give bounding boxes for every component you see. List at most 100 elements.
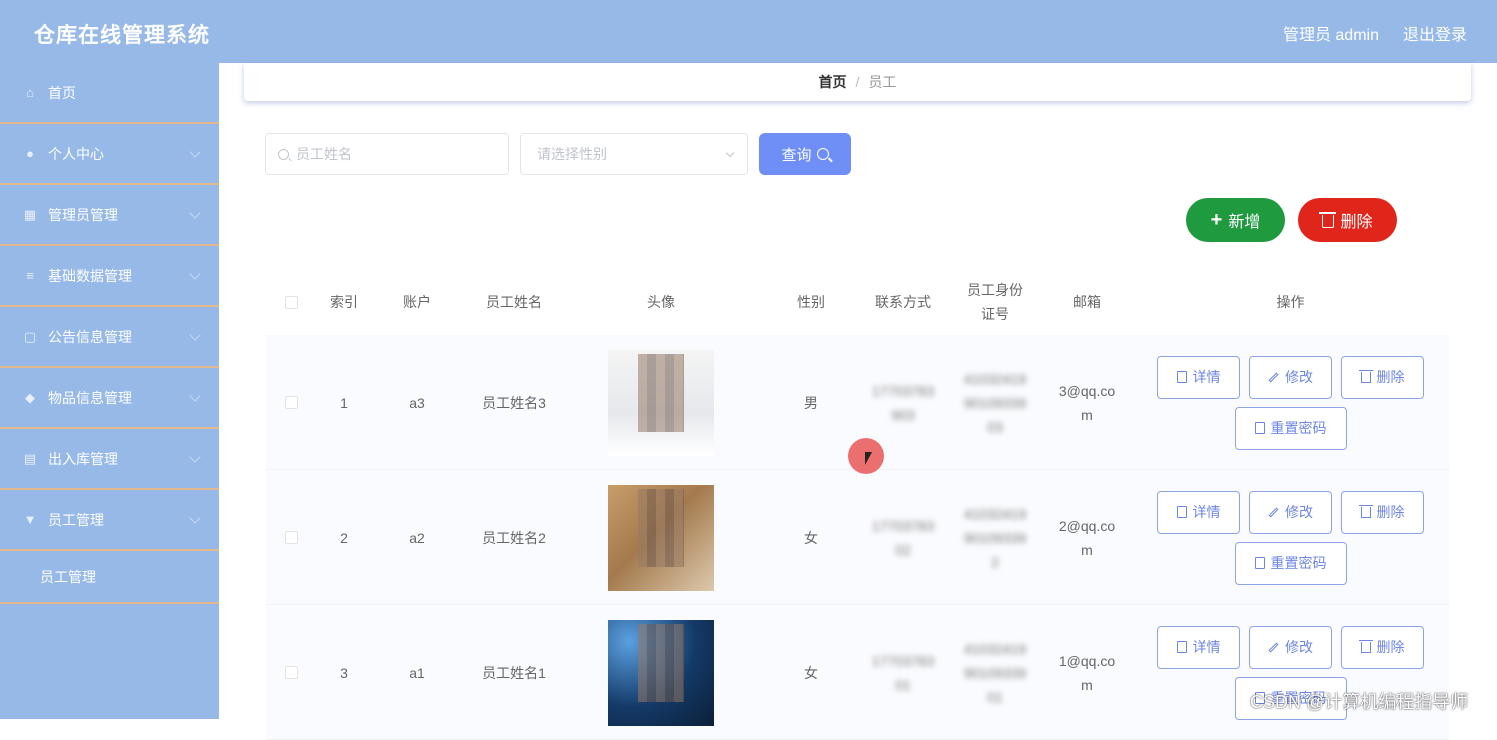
admin-icon: ▦ [23, 206, 37, 222]
delete-button[interactable]: 删除 [1341, 625, 1424, 669]
watermark: CSDN @计算机编程指导师 [1250, 692, 1469, 712]
list-icon: ≡ [26, 268, 34, 283]
breadcrumb-separator: / [855, 74, 860, 90]
reset-label: 重置密码 [1270, 420, 1327, 436]
reset-password-button[interactable]: 重置密码 [1234, 541, 1347, 585]
search-icon [278, 148, 289, 160]
cell-email: 2@qq.co m [1050, 470, 1124, 605]
email-line: m [1081, 406, 1093, 423]
sidebar-item-label: 员工管理 [48, 511, 104, 528]
id-line: 01 [987, 688, 1003, 705]
chevron-down-icon [189, 329, 201, 341]
cell-id-number: 41032419 90109339 2 [940, 470, 1050, 605]
chevron-down-icon [189, 390, 201, 402]
header-actions: 操作 [1276, 294, 1305, 310]
delete-button[interactable]: 删除 [1341, 490, 1424, 534]
query-button-label: 查询 [781, 146, 812, 164]
sidebar-item-label: 个人中心 [48, 145, 104, 162]
delete-button-label: 删除 [1340, 214, 1373, 231]
employee-name-search-input[interactable]: 员工姓名 [265, 133, 509, 175]
cell-index: 3 [340, 664, 348, 681]
cell-gender: 女 [804, 529, 818, 546]
detail-button[interactable]: 详情 [1157, 490, 1240, 534]
notice-icon: ▢ [23, 328, 37, 344]
document-icon [1176, 641, 1187, 653]
sidebar-item-label: 首页 [48, 84, 76, 101]
user-label[interactable]: 管理员 admin [1283, 21, 1379, 45]
phone-line: 02 [895, 541, 911, 558]
row-checkbox[interactable] [284, 666, 298, 679]
header-avatar: 头像 [647, 294, 675, 310]
header-email: 邮箱 [1073, 294, 1101, 310]
id-line: 41032419 [963, 505, 1027, 522]
sidebar-item-notice[interactable]: ▢ 公告信息管理 [0, 307, 219, 368]
query-button[interactable]: 查询 [759, 133, 851, 175]
cell-account: a3 [409, 394, 425, 411]
sidebar-item-profile[interactable]: ● 个人中心 [0, 124, 219, 185]
sidebar-item-employee[interactable]: ▼ 员工管理 [0, 490, 219, 551]
edit-button[interactable]: 修改 [1249, 490, 1332, 534]
id-line: 03 [987, 418, 1003, 435]
detail-button[interactable]: 详情 [1157, 355, 1240, 399]
header-account: 账户 [403, 294, 431, 310]
row-checkbox[interactable] [284, 396, 298, 409]
cell-email: 3@qq.co m [1050, 335, 1124, 470]
main-content: 首页 / 员工 员工姓名 请选择性别 查询 + 新增 删除 索引 账户 员工姓名… [219, 63, 1497, 740]
phone-line: 903 [891, 406, 915, 423]
edit-button[interactable]: 修改 [1249, 355, 1332, 399]
phone-line: 17703783 [871, 517, 935, 534]
document-icon [1176, 371, 1187, 383]
cell-account: a2 [409, 529, 425, 546]
breadcrumb-home[interactable]: 首页 [819, 72, 847, 92]
edit-label: 修改 [1285, 369, 1313, 385]
trash-icon [1358, 639, 1373, 653]
document-icon [1254, 557, 1265, 569]
table-row: 2 a2 员工姓名2 女 17703783 02 41032419 901093… [266, 470, 1449, 605]
document-icon [1254, 422, 1265, 434]
table-row: 3 a1 员工姓名1 女 17703783 01 41032419 901093… [266, 605, 1449, 740]
table-header: 索引 账户 员工姓名 头像 性别 联系方式 员工身份 证号 邮箱 操作 [266, 269, 1449, 335]
add-button[interactable]: + 新增 [1186, 198, 1285, 242]
cell-gender: 女 [804, 664, 818, 681]
sidebar-item-admin[interactable]: ▦ 管理员管理 [0, 185, 219, 246]
sidebar-item-basic-data[interactable]: ≡ 基础数据管理 [0, 246, 219, 307]
edit-label: 修改 [1285, 639, 1313, 655]
phone-line: 17703783 [871, 382, 935, 399]
sidebar-subitem-employee[interactable]: 员工管理 [0, 551, 219, 604]
detail-button[interactable]: 详情 [1157, 625, 1240, 669]
employee-avatar [608, 484, 714, 591]
cell-index: 1 [340, 394, 348, 411]
sidebar-item-home[interactable]: ⌂ 首页 [0, 63, 219, 124]
chevron-down-icon [189, 451, 201, 463]
header-id-line1: 员工身份 [967, 282, 1023, 298]
cell-index: 2 [340, 529, 348, 546]
sidebar-item-label: 管理员管理 [48, 206, 118, 223]
top-header: 仓库在线管理系统 管理员 admin 退出登录 [0, 0, 1497, 63]
edit-icon [1268, 372, 1279, 382]
delete-label: 删除 [1376, 504, 1405, 520]
reset-password-button[interactable]: 重置密码 [1234, 406, 1347, 450]
id-line: 41032419 [963, 370, 1027, 387]
sidebar-item-goods[interactable]: ◆ 物品信息管理 [0, 368, 219, 429]
cell-name: 员工姓名3 [482, 394, 546, 411]
select-all-checkbox[interactable] [284, 295, 298, 309]
header-id-line2: 证号 [981, 306, 1009, 322]
edit-button[interactable]: 修改 [1249, 625, 1332, 669]
id-line: 90109339 [963, 664, 1027, 681]
delete-button[interactable]: 删除 [1341, 355, 1424, 399]
row-checkbox[interactable] [284, 531, 298, 544]
home-icon: ⌂ [26, 85, 34, 100]
email-line: 2@qq.co [1058, 517, 1116, 534]
cell-id-number: 41032419 90109339 03 [940, 335, 1050, 470]
detail-label: 详情 [1192, 639, 1221, 655]
cell-name: 员工姓名1 [482, 664, 546, 681]
sidebar-item-label: 公告信息管理 [48, 328, 132, 345]
header-index: 索引 [330, 294, 358, 310]
sidebar-item-inout[interactable]: ▤ 出入库管理 [0, 429, 219, 490]
gender-select[interactable]: 请选择性别 [520, 133, 748, 175]
sidebar-item-label: 出入库管理 [48, 450, 118, 467]
logout-link[interactable]: 退出登录 [1403, 21, 1467, 45]
inout-icon: ▤ [23, 450, 37, 466]
mouse-cursor-icon [865, 452, 872, 465]
batch-delete-button[interactable]: 删除 [1298, 198, 1397, 242]
